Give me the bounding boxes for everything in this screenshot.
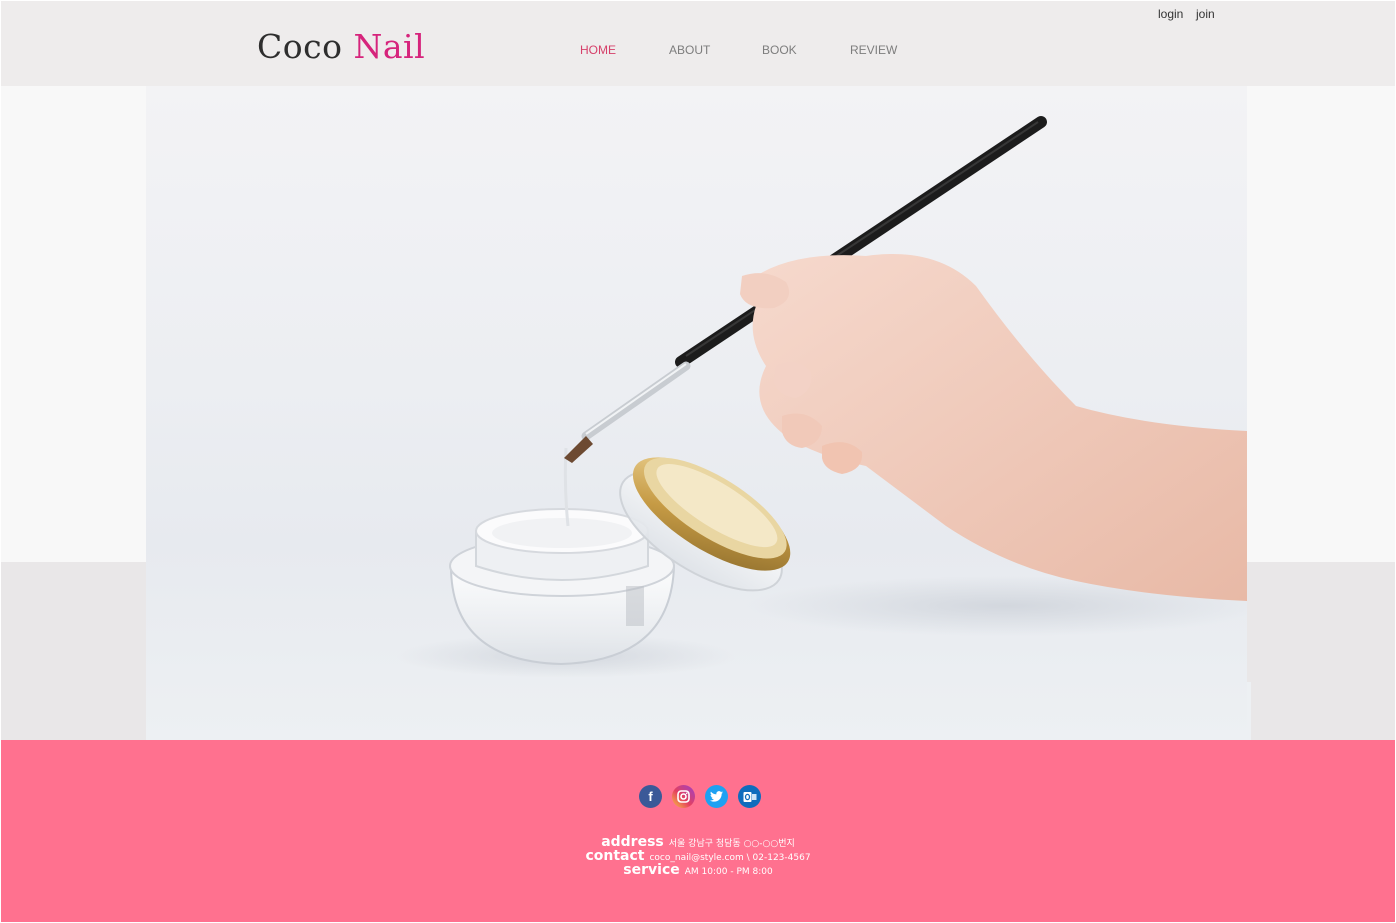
nav-about[interactable]: ABOUT — [669, 43, 710, 57]
site-logo[interactable]: Coco Nail — [257, 27, 425, 66]
nav-home[interactable]: HOME — [580, 43, 616, 57]
instagram-icon[interactable] — [672, 785, 695, 808]
hero-image — [146, 86, 1247, 740]
twitter-icon[interactable] — [705, 785, 728, 808]
logo-text-nail: Nail — [353, 27, 426, 66]
hand — [740, 254, 1247, 601]
facebook-icon[interactable]: f — [639, 785, 662, 808]
nav-book[interactable]: BOOK — [762, 43, 797, 57]
service-row: service AM 10:00 - PM 8:00 — [1, 861, 1395, 879]
outlook-glyph — [743, 791, 756, 802]
twitter-glyph — [710, 791, 723, 802]
join-link[interactable]: join — [1196, 7, 1215, 21]
logo-text-coco: Coco — [257, 27, 354, 66]
login-link[interactable]: login — [1158, 7, 1183, 21]
site-header: Coco Nail HOME ABOUT BOOK REVIEW login j… — [1, 1, 1395, 86]
service-value: AM 10:00 - PM 8:00 — [684, 867, 773, 877]
service-label: service — [623, 862, 680, 878]
nav-review[interactable]: REVIEW — [850, 43, 897, 57]
outlook-icon[interactable] — [738, 785, 761, 808]
instagram-glyph — [677, 790, 690, 803]
page: Coco Nail HOME ABOUT BOOK REVIEW login j… — [1, 1, 1395, 922]
site-footer: f address 서울 강남구 청담동 ○○-○○번지 contact coc… — [1, 740, 1395, 922]
hero-illustration — [396, 116, 1247, 678]
